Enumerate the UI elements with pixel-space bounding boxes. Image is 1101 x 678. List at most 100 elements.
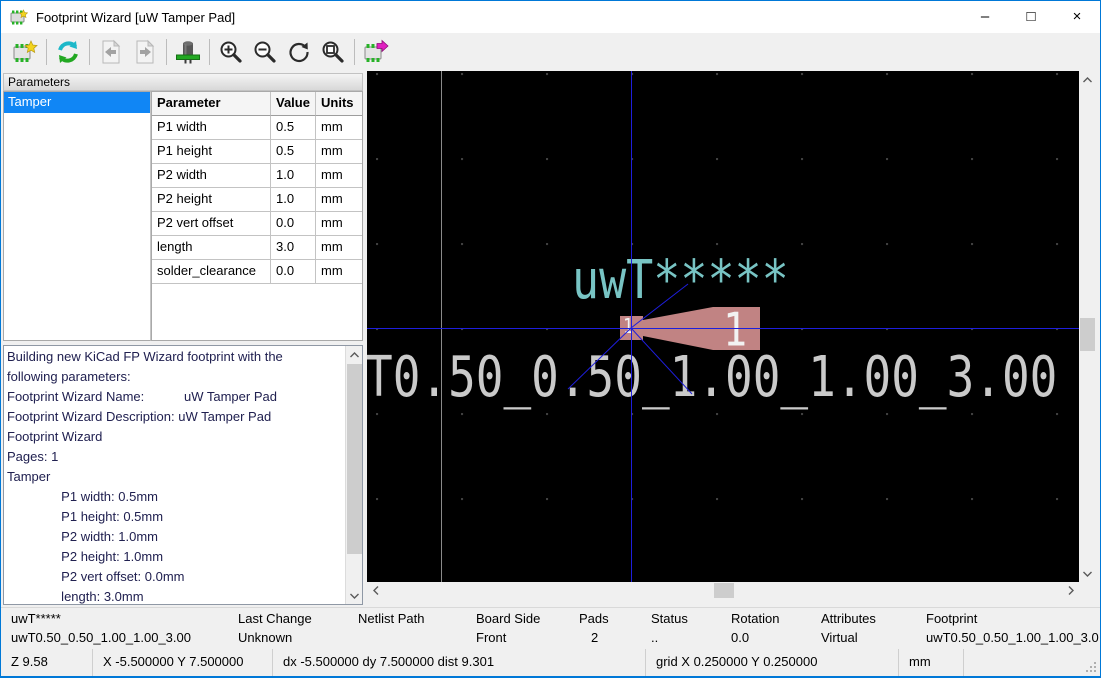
canvas-vscroll-thumb[interactable] [1080, 318, 1095, 351]
log-scrollbar[interactable] [345, 346, 362, 604]
info-col-pads: Pads 2 [579, 608, 646, 649]
close-button[interactable]: × [1054, 1, 1100, 32]
param-units-cell: mm [316, 236, 362, 260]
zoom-fit-icon [320, 39, 346, 65]
scroll-up-icon[interactable] [346, 346, 363, 363]
export-footprint-icon [363, 39, 389, 65]
next-page-button[interactable] [128, 36, 162, 68]
log-line: Footprint Wizard Name: uW Tamper Pad [7, 387, 344, 407]
zoom-out-button[interactable] [248, 36, 282, 68]
zoom-in-button[interactable] [214, 36, 248, 68]
log-scrollbar-thumb[interactable] [347, 364, 362, 554]
info-col-last-change: Last Change Unknown [238, 608, 353, 649]
toolbar-separator [209, 39, 210, 65]
info-col-attributes: Attributes Virtual [821, 608, 921, 649]
log-line: Footprint Wizard [7, 427, 344, 447]
log-line: P1 width: 0.5mm [7, 487, 344, 507]
info-col-board-side: Board Side Front [476, 608, 574, 649]
log-line: Footprint Wizard Description: uW Tamper … [7, 407, 344, 427]
status-bar: Z 9.58 X -5.500000 Y 7.500000 dx -5.5000… [1, 649, 1100, 676]
param-units-cell: mm [316, 188, 362, 212]
table-row: length 3.0 mm [152, 236, 362, 260]
zoom-fit-button[interactable] [316, 36, 350, 68]
toolbar-separator [166, 39, 167, 65]
info-col-footprint: Footprint uwT0.50_0.50_1.00_1.00_3.0 [926, 608, 1100, 649]
log-line: Building new KiCad FP Wizard footprint w… [7, 347, 344, 367]
redraw-view-icon [286, 39, 312, 65]
log-line: P1 height: 0.5mm [7, 507, 344, 527]
select-wizard-button[interactable] [8, 36, 42, 68]
param-value-cell[interactable]: 1.0 [271, 164, 316, 188]
info-col-name: uwT***** uwT0.50_0.50_1.00_1.00_3.00 [11, 608, 231, 649]
canvas-vertical-scrollbar[interactable] [1079, 71, 1096, 582]
param-value-cell[interactable]: 3.0 [271, 236, 316, 260]
param-name-cell: length [152, 236, 271, 260]
scroll-left-icon[interactable] [367, 582, 384, 599]
zoom-out-icon [252, 39, 278, 65]
canvas-hscroll-thumb[interactable] [714, 583, 734, 598]
log-line: P2 vert offset: 0.0mm [7, 567, 344, 587]
param-value-cell[interactable]: 0.0 [271, 260, 316, 284]
param-value-cell[interactable]: 0.5 [271, 140, 316, 164]
param-units-cell: mm [316, 116, 362, 140]
param-name-cell: P1 width [152, 116, 271, 140]
param-name-cell: P2 vert offset [152, 212, 271, 236]
table-row: P2 height 1.0 mm [152, 188, 362, 212]
scrollbar-corner [1079, 582, 1096, 599]
next-page-icon [132, 39, 158, 65]
app-footprint-icon [10, 9, 28, 25]
param-name-cell: P1 height [152, 140, 271, 164]
param-units-cell: mm [316, 212, 362, 236]
column-header-units: Units [316, 92, 362, 116]
wizard-page-list: Tamper [3, 91, 151, 341]
param-units-cell: mm [316, 260, 362, 284]
toolbar-separator [89, 39, 90, 65]
param-units-cell: mm [316, 164, 362, 188]
previous-page-button[interactable] [94, 36, 128, 68]
table-row: P1 width 0.5 mm [152, 116, 362, 140]
param-value-cell[interactable]: 0.0 [271, 212, 316, 236]
regenerate-button[interactable] [51, 36, 85, 68]
footprint-reference-label: uwT***** [11, 611, 61, 629]
param-value-cell[interactable]: 0.5 [271, 116, 316, 140]
resize-grip-icon[interactable] [1084, 660, 1098, 674]
table-header-row: Parameter Value Units [152, 92, 362, 116]
info-col-netlist-path: Netlist Path [358, 608, 471, 649]
table-row: P1 height 0.5 mm [152, 140, 362, 164]
footprint-wizard-window: Footprint Wizard [uW Tamper Pad] – □ × [0, 0, 1101, 678]
param-units-cell: mm [316, 140, 362, 164]
param-name-cell: P2 width [152, 164, 271, 188]
maximize-button[interactable]: □ [1008, 1, 1054, 32]
status-cursor-position: X -5.500000 Y 7.500000 [93, 649, 273, 676]
scroll-up-icon[interactable] [1079, 71, 1096, 88]
column-header-value: Value [271, 92, 316, 116]
scroll-down-icon[interactable] [346, 587, 363, 604]
page-list-item-tamper[interactable]: Tamper [4, 92, 150, 113]
parameters-caption: Parameters [3, 73, 363, 91]
minimize-button[interactable]: – [962, 1, 1008, 32]
message-log-text: Building new KiCad FP Wizard footprint w… [7, 347, 344, 604]
log-line: Pages: 1 [7, 447, 344, 467]
show-footprint-button[interactable] [171, 36, 205, 68]
status-units: mm [899, 649, 964, 676]
info-col-rotation: Rotation 0.0 [731, 608, 816, 649]
log-line: length: 3.0mm [7, 587, 344, 604]
log-line: following parameters: [7, 367, 344, 387]
toolbar-separator [354, 39, 355, 65]
log-line: P2 height: 1.0mm [7, 547, 344, 567]
message-log: Building new KiCad FP Wizard footprint w… [3, 345, 363, 605]
param-value-cell[interactable]: 1.0 [271, 188, 316, 212]
show-footprint-icon [175, 39, 201, 65]
zoom-in-icon [218, 39, 244, 65]
redraw-view-button[interactable] [282, 36, 316, 68]
column-header-parameter: Parameter [152, 92, 271, 116]
table-row: solder_clearance 0.0 mm [152, 260, 362, 284]
export-footprint-button[interactable] [359, 36, 393, 68]
table-row: P2 vert offset 0.0 mm [152, 212, 362, 236]
footprint-name-value: uwT0.50_0.50_1.00_1.00_3.00 [11, 630, 191, 648]
scroll-right-icon[interactable] [1062, 582, 1079, 599]
scroll-down-icon[interactable] [1079, 565, 1096, 582]
canvas-horizontal-scrollbar[interactable] [367, 582, 1079, 599]
footprint-preview-canvas[interactable]: T0.50_0.50_1.00_1.00_3.00 uwT***** 1 1 [367, 71, 1079, 582]
select-footprint-wizard-icon [12, 39, 38, 65]
